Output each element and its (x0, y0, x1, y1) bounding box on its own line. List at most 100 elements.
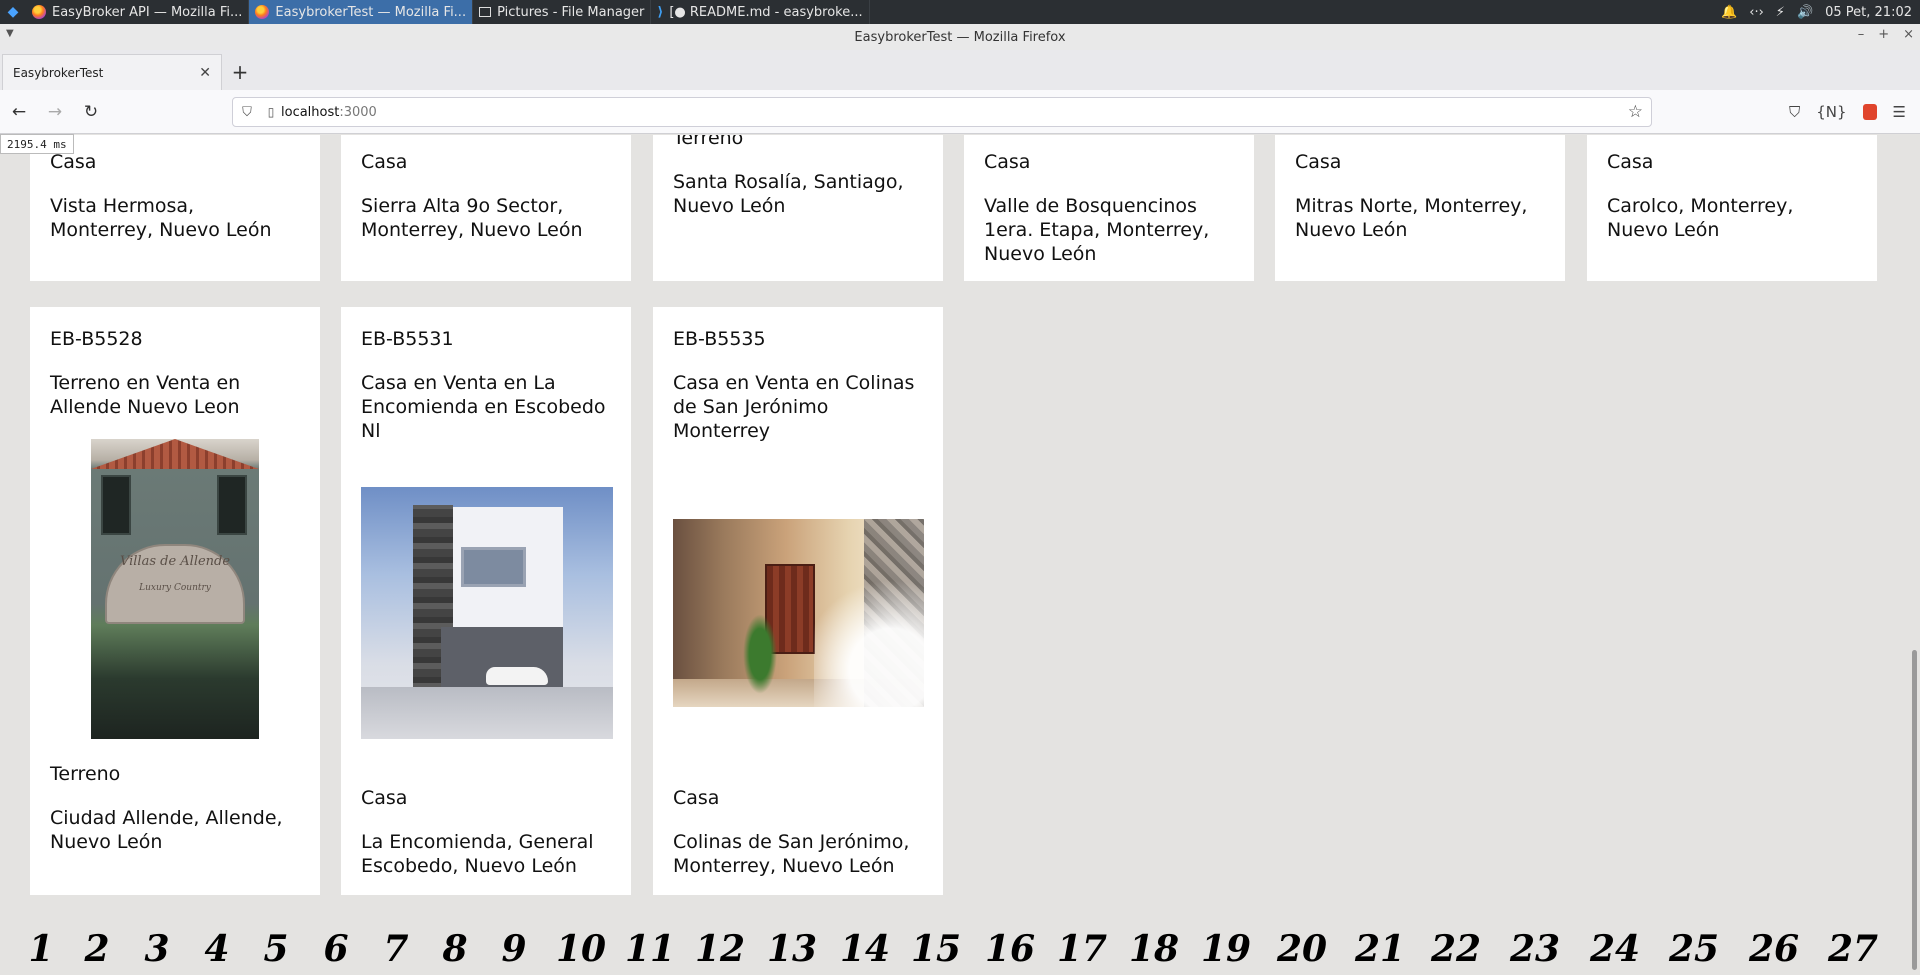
listing-card-eb-b5531[interactable]: EB-B5531 Casa en Venta en La Encomienda … (341, 307, 631, 895)
page-link-11[interactable]: 11 (625, 927, 675, 971)
photo-car (486, 667, 548, 685)
page-link-10[interactable]: 10 (556, 927, 606, 971)
listing-type: Casa (361, 151, 408, 173)
page-content[interactable]: Casa Vista Hermosa, Monterrey, Nuevo Leó… (0, 135, 1920, 975)
new-tab-button[interactable]: + (222, 54, 258, 90)
page-info-icon[interactable]: ▯ (261, 105, 281, 119)
page-link-21[interactable]: 21 (1355, 927, 1405, 971)
listing-type: Terreno (50, 763, 121, 785)
page-link-3[interactable]: 3 (144, 927, 169, 971)
reload-button[interactable]: ↻ (74, 97, 108, 127)
page-link-15[interactable]: 15 (911, 927, 961, 971)
app-launcher-icon[interactable]: ◆ (0, 0, 26, 24)
listing-card[interactable]: Casa Valle de Bosquencinos 1era. Etapa, … (964, 135, 1254, 281)
clock[interactable]: 05 Pet, 21:02 (1825, 5, 1912, 20)
page-link-18[interactable]: 18 (1129, 927, 1179, 971)
listing-title[interactable]: Terreno en Venta en Allende Nuevo Leon (50, 371, 300, 419)
page-link-22[interactable]: 22 (1431, 927, 1481, 971)
listing-card[interactable]: Casa Sierra Alta 9o Sector, Monterrey, N… (341, 135, 631, 281)
page-link-2[interactable]: 2 (84, 927, 109, 971)
page-link-6[interactable]: 6 (323, 927, 348, 971)
page-link-7[interactable]: 7 (383, 927, 408, 971)
taskbar-item-easybrokertest[interactable]: EasybrokerTest — Mozilla Fi... (249, 0, 474, 24)
scrollbar-thumb[interactable] (1912, 650, 1917, 970)
notification-bell-icon[interactable]: 🔔 (1721, 5, 1737, 20)
network-icon[interactable]: ‹·› (1749, 5, 1764, 20)
listing-id: EB-B5528 (50, 328, 143, 350)
close-window-icon[interactable]: × (1903, 27, 1914, 42)
extension-icon[interactable]: {N} (1816, 103, 1846, 121)
firefox-icon (255, 5, 270, 19)
forward-button[interactable]: → (38, 97, 72, 127)
tab-title: EasybrokerTest (13, 65, 104, 80)
listing-card-eb-b5535[interactable]: EB-B5535 Casa en Venta en Colinas de San… (653, 307, 943, 895)
page-link-23[interactable]: 23 (1510, 927, 1560, 971)
tracking-protection-shield-icon[interactable]: ⛉ (233, 105, 261, 120)
page-link-4[interactable]: 4 (204, 927, 229, 971)
maximize-icon[interactable]: + (1878, 27, 1889, 42)
listing-card[interactable]: Casa Mitras Norte, Monterrey, Nuevo León (1275, 135, 1565, 281)
page-link-16[interactable]: 16 (985, 927, 1035, 971)
page-link-26[interactable]: 26 (1749, 927, 1799, 971)
listing-location: Santa Rosalía, Santiago, Nuevo León (673, 171, 904, 217)
os-taskbar: ◆ EasyBroker API — Mozilla Fi... Easybro… (0, 0, 1920, 24)
page-link-1[interactable]: 1 (28, 927, 53, 971)
photo-ground (361, 687, 613, 739)
window-menu-icon[interactable]: ▼ (6, 28, 14, 39)
page-link-9[interactable]: 9 (501, 927, 526, 971)
listing-location: Ciudad Allende, Allende, Nuevo León (50, 807, 283, 853)
listing-card[interactable]: Casa Carolco, Monterrey, Nuevo León (1587, 135, 1877, 281)
listing-photo[interactable]: Villas de Allende Luxury Country (91, 439, 259, 739)
page-scrollbar[interactable] (1908, 135, 1920, 975)
url-bar[interactable]: ⛉ ▯ localhost :3000 ☆ (232, 97, 1652, 127)
photo-window (217, 475, 247, 535)
page-link-25[interactable]: 25 (1669, 927, 1719, 971)
volume-icon[interactable]: 🔊 (1797, 5, 1813, 20)
listing-title[interactable]: Casa en Venta en Colinas de San Jerónimo… (673, 371, 923, 443)
browser-navigation-bar: ← → ↻ ⛉ ▯ localhost :3000 ☆ ⛉ {N} ☰ (0, 90, 1920, 134)
bookmark-star-icon[interactable]: ☆ (1628, 102, 1643, 122)
listing-type: Casa (673, 787, 720, 809)
photo-sign-text: Villas de Allende (119, 554, 231, 569)
page-link-24[interactable]: 24 (1590, 927, 1640, 971)
page-link-19[interactable]: 19 (1201, 927, 1251, 971)
photo-window (101, 475, 131, 535)
window-titlebar: ▼ EasybrokerTest — Mozilla Firefox – + × (0, 24, 1920, 50)
power-icon[interactable]: ⚡ (1776, 5, 1785, 20)
listing-type: Casa (361, 787, 408, 809)
page-link-13[interactable]: 13 (767, 927, 817, 971)
page-link-5[interactable]: 5 (263, 927, 288, 971)
page-link-27[interactable]: 27 (1828, 927, 1878, 971)
browser-tab-strip: EasybrokerTest ✕ + (0, 50, 1920, 90)
listing-card-eb-b5528[interactable]: EB-B5528 Terreno en Venta en Allende Nue… (30, 307, 320, 895)
page-link-12[interactable]: 12 (695, 927, 745, 971)
listing-card[interactable]: Casa Vista Hermosa, Monterrey, Nuevo Leó… (30, 135, 320, 281)
url-port: :3000 (339, 104, 377, 120)
listing-photo[interactable] (673, 519, 924, 707)
close-tab-icon[interactable]: ✕ (199, 65, 211, 81)
taskbar-item-file-manager[interactable]: Pictures - File Manager (473, 0, 652, 24)
firefox-icon (32, 5, 46, 19)
page-link-14[interactable]: 14 (840, 927, 890, 971)
page-link-20[interactable]: 20 (1277, 927, 1327, 971)
listing-photo[interactable] (361, 487, 613, 739)
page-link-17[interactable]: 17 (1057, 927, 1107, 971)
menu-hamburger-icon[interactable]: ☰ (1893, 103, 1906, 121)
extension-red-icon[interactable] (1862, 104, 1877, 120)
vscode-icon: ⟩ (657, 4, 664, 20)
listing-location: Vista Hermosa, Monterrey, Nuevo León (50, 195, 272, 241)
tab-easybrokertest[interactable]: EasybrokerTest ✕ (2, 54, 222, 90)
taskbar-item-vscode[interactable]: ⟩ [● README.md - easybroke... (651, 0, 870, 24)
listing-title[interactable]: Casa en Venta en La Encomienda en Escobe… (361, 371, 611, 443)
back-button[interactable]: ← (2, 97, 36, 127)
taskbar-item-easybroker-api[interactable]: EasyBroker API — Mozilla Fi... (26, 0, 250, 24)
photo-light-glare (814, 579, 924, 707)
page-link-8[interactable]: 8 (442, 927, 467, 971)
taskbar-item-label: EasybrokerTest — Mozilla Fi... (275, 4, 467, 20)
listing-card[interactable]: Terreno Santa Rosalía, Santiago, Nuevo L… (653, 135, 943, 281)
pocket-icon[interactable]: ⛉ (1789, 103, 1800, 121)
url-host: localhost (281, 104, 340, 120)
render-timing-badge: 2195.4 ms (0, 134, 74, 154)
taskbar-item-label: [● README.md - easybroke... (669, 4, 863, 20)
minimize-icon[interactable]: – (1858, 27, 1865, 42)
